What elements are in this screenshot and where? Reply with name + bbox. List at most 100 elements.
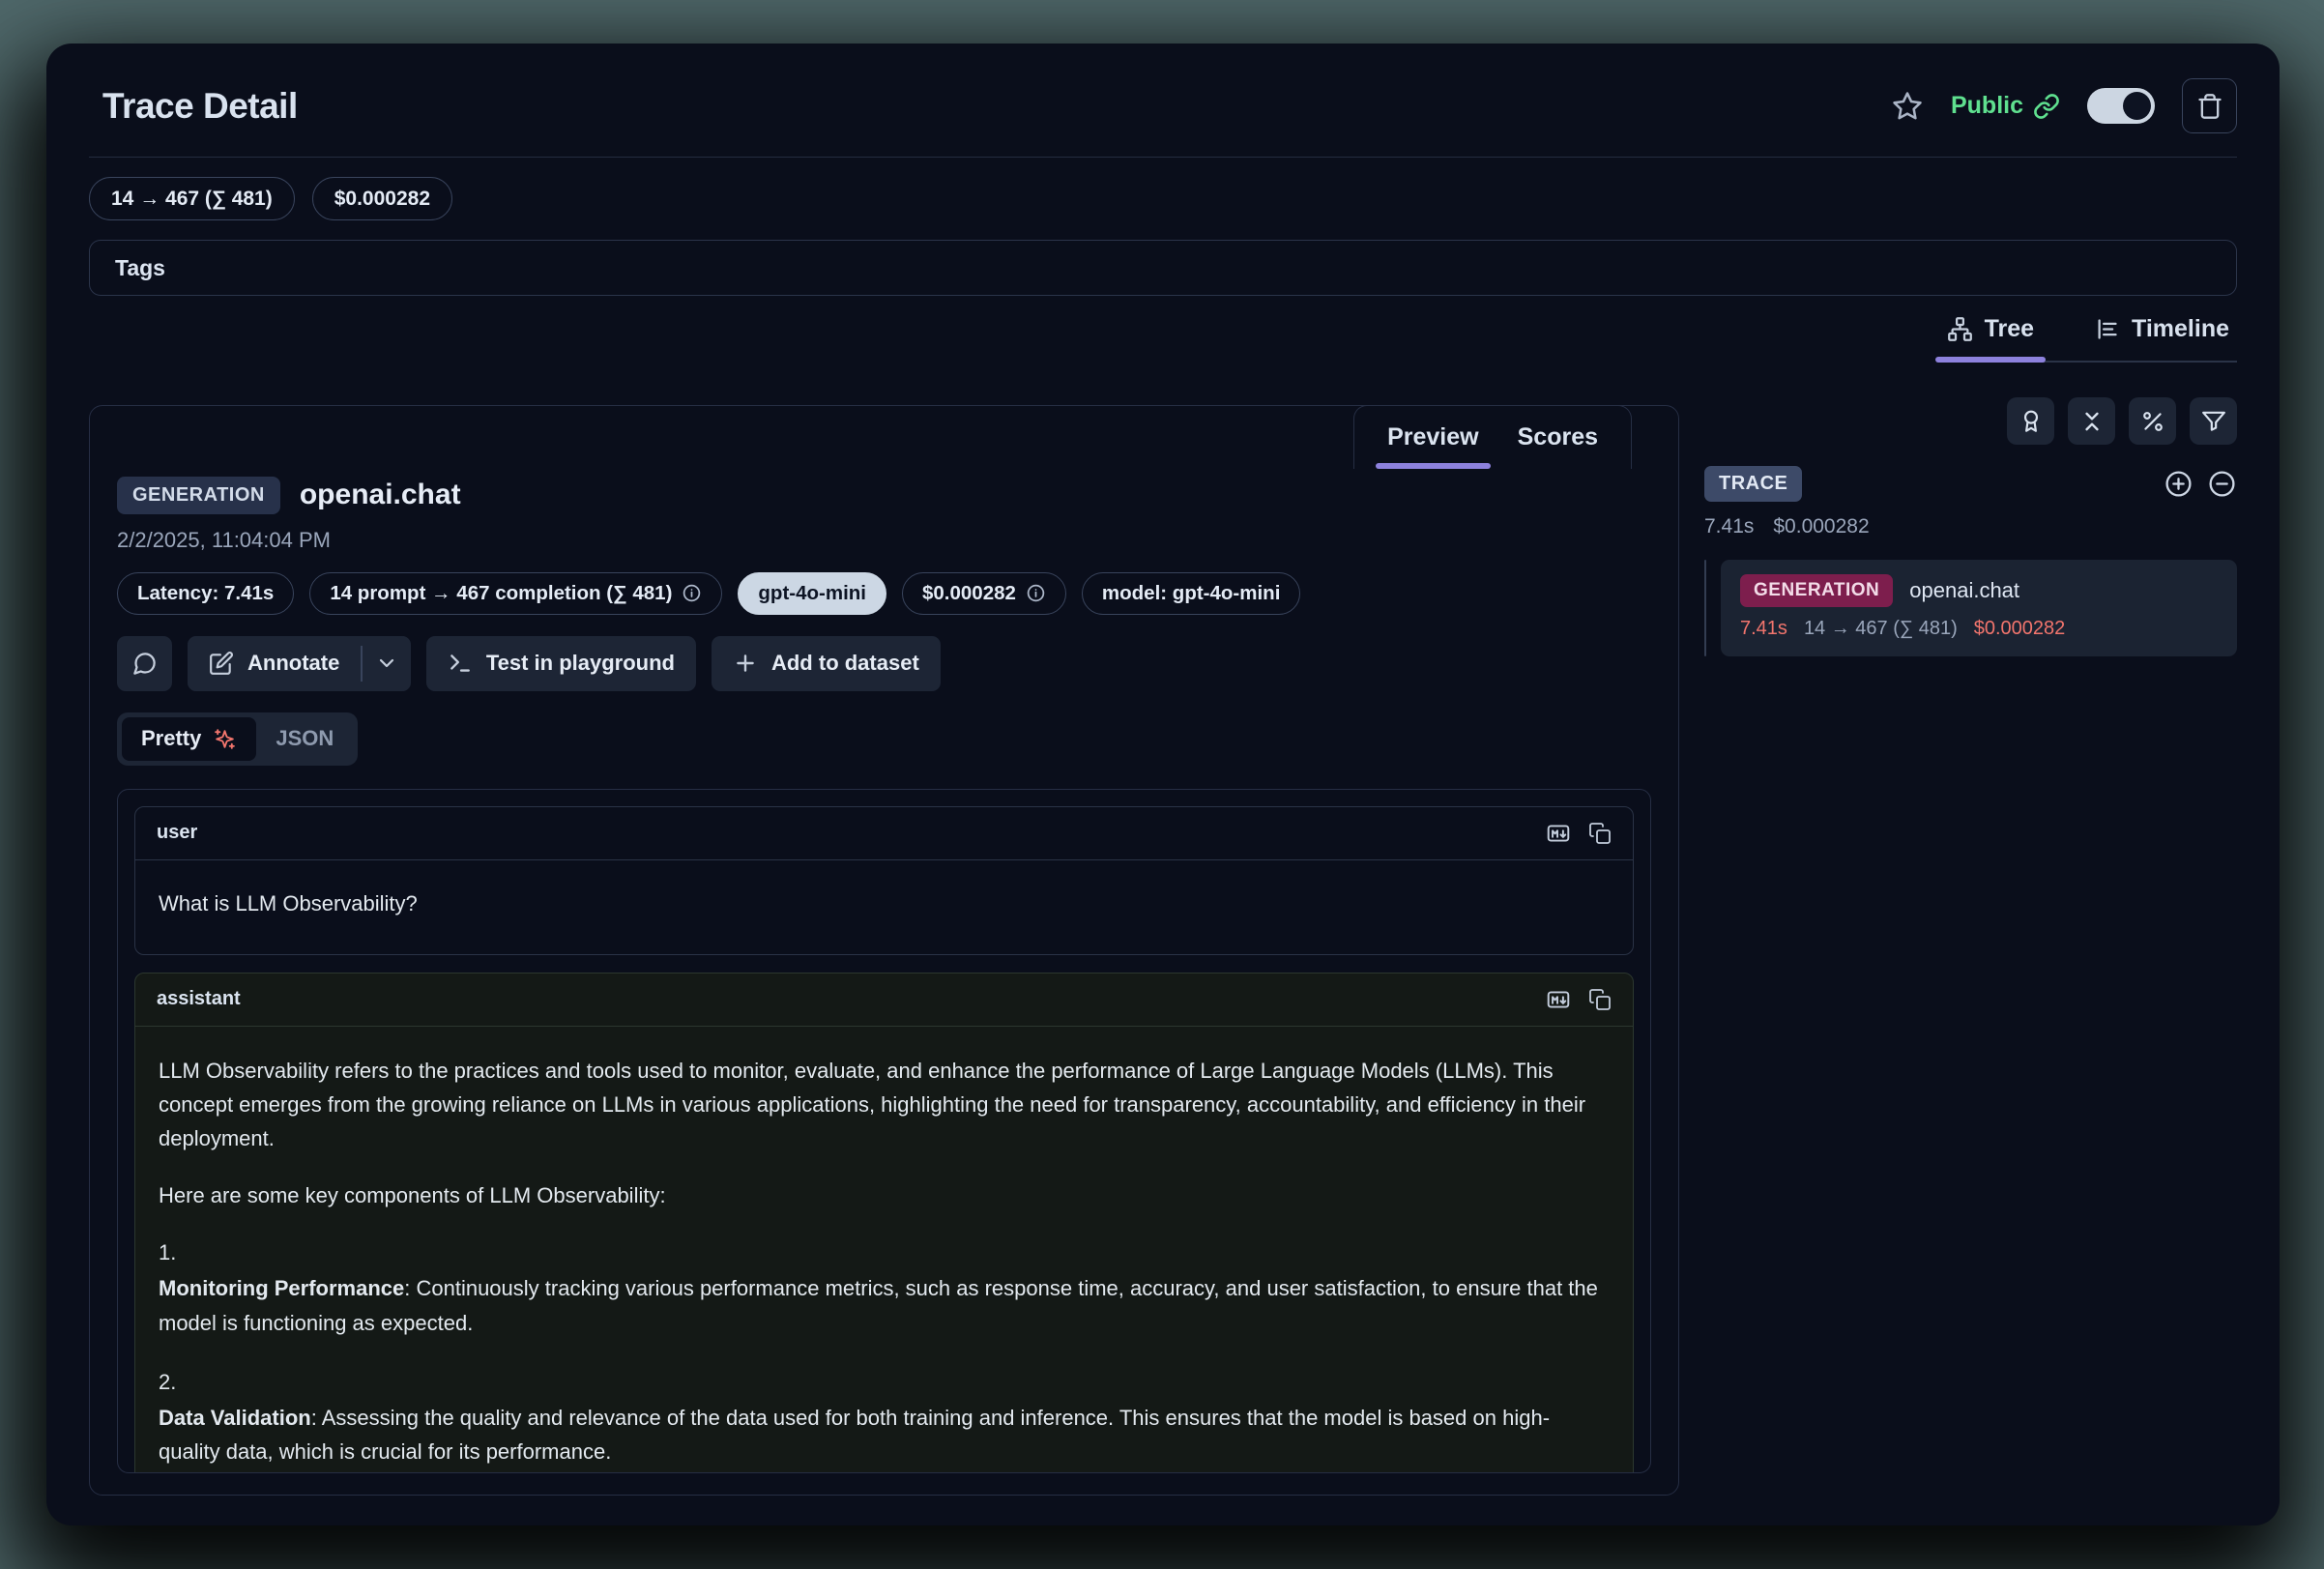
- page-header: Trace Detail Public: [89, 44, 2237, 158]
- annotate-button[interactable]: Annotate: [188, 636, 361, 691]
- node-latency: 7.41s: [1740, 618, 1787, 640]
- public-link[interactable]: Public: [1951, 92, 2060, 120]
- json-label: JSON: [276, 726, 334, 751]
- node-cost: $0.000282: [1974, 618, 2066, 640]
- node-name: openai.chat: [1909, 578, 2019, 603]
- trace-cost: $0.000282: [1773, 515, 1869, 538]
- message-header-icons: [1544, 821, 1612, 846]
- message-header-icons: [1544, 987, 1612, 1012]
- assistant-intro: LLM Observability refers to the practice…: [159, 1054, 1610, 1156]
- annotate-dropdown-button[interactable]: [363, 636, 411, 691]
- assistant-components-heading: Here are some key components of LLM Obse…: [159, 1178, 1610, 1212]
- cost-pill[interactable]: $0.000282: [902, 572, 1066, 615]
- cost-badge[interactable]: $0.000282: [312, 177, 452, 220]
- generation-tree-node[interactable]: GENERATION openai.chat 7.41s 14 → 467 (∑…: [1721, 560, 2237, 656]
- preview-card-header: Preview Scores: [90, 406, 1678, 469]
- assistant-message-card: assistant LLM Observabil: [134, 973, 1634, 1474]
- assistant-message-content: LLM Observability refers to the practice…: [135, 1027, 1633, 1474]
- metrics-toggle-button[interactable]: [2129, 397, 2176, 445]
- plus-circle-icon[interactable]: [2164, 469, 2193, 499]
- format-pretty-segment[interactable]: Pretty: [122, 717, 256, 761]
- playground-button[interactable]: Test in playground: [426, 636, 696, 691]
- message-role: assistant: [157, 988, 241, 1010]
- item-title: Monitoring Performance: [159, 1276, 404, 1300]
- tab-tree[interactable]: Tree: [1939, 305, 2042, 361]
- view-tabs-row: Tree Timeline: [89, 305, 2237, 363]
- tab-tree-label: Tree: [1985, 315, 2034, 343]
- terminal-icon: [448, 651, 473, 676]
- main-split: Preview Scores GENERATION openai.chat 2/…: [89, 405, 2237, 1496]
- scores-toggle-button[interactable]: [2007, 397, 2054, 445]
- plus-icon: [733, 651, 758, 676]
- trace-stats: 14 → 467 (∑ 481) $0.000282: [89, 177, 2237, 220]
- node-metrics-row: 7.41s 14 → 467 (∑ 481) $0.000282: [1740, 618, 2218, 640]
- model-param-pill: model: gpt-4o-mini: [1082, 572, 1300, 615]
- info-icon: [682, 583, 702, 603]
- token-pill[interactable]: 14 prompt → 467 completion (∑ 481): [309, 572, 722, 615]
- node-title-row: GENERATION openai.chat: [1740, 574, 2218, 607]
- tree-guide-line: [1704, 560, 1706, 656]
- copy-icon[interactable]: [1588, 822, 1612, 845]
- public-label: Public: [1951, 92, 2023, 120]
- messages-container: user What is LLM Observability?: [117, 789, 1651, 1474]
- delete-trace-button[interactable]: [2182, 78, 2237, 133]
- annotate-label: Annotate: [247, 651, 339, 676]
- trace-tree-panel: TRACE 7.41s $0.000282 GEN: [1679, 405, 2237, 1496]
- add-to-dataset-button[interactable]: Add to dataset: [712, 636, 941, 691]
- link-icon: [2033, 93, 2060, 120]
- trace-latency: 7.41s: [1704, 515, 1754, 538]
- observation-title-row: GENERATION openai.chat: [117, 477, 1651, 514]
- model-pill[interactable]: gpt-4o-mini: [738, 572, 886, 615]
- item-number: 2.: [159, 1365, 1610, 1399]
- tree-node-row: GENERATION openai.chat 7.41s 14 → 467 (∑…: [1704, 560, 2237, 656]
- comment-icon: [131, 651, 158, 677]
- star-icon[interactable]: [1891, 90, 1924, 123]
- user-message-card: user What is LLM Observability?: [134, 806, 1634, 955]
- markdown-icon[interactable]: [1544, 821, 1573, 846]
- observation-pills: Latency: 7.41s 14 prompt → 467 completio…: [117, 572, 1651, 615]
- tab-timeline[interactable]: Timeline: [2086, 305, 2237, 361]
- user-message-content: What is LLM Observability?: [135, 860, 1633, 954]
- minus-circle-icon[interactable]: [2207, 469, 2237, 499]
- page-title: Trace Detail: [102, 86, 298, 127]
- chevron-down-icon: [375, 652, 398, 675]
- message-role: user: [157, 822, 197, 844]
- token-pill-label: 14 prompt → 467 completion (∑ 481): [330, 582, 672, 605]
- io-tabs: Preview Scores: [1353, 405, 1632, 469]
- collapse-all-button[interactable]: [2068, 397, 2115, 445]
- comment-button[interactable]: [117, 636, 172, 691]
- cost-pill-label: $0.000282: [922, 582, 1016, 605]
- format-json-segment[interactable]: JSON: [256, 717, 353, 761]
- trace-root-row[interactable]: TRACE: [1704, 466, 2237, 502]
- trace-badge: TRACE: [1704, 466, 1802, 502]
- info-icon: [1026, 583, 1046, 603]
- tab-scores[interactable]: Scores: [1498, 414, 1617, 469]
- tree-toolbar: [1704, 397, 2237, 445]
- fold-vertical-icon: [2079, 409, 2105, 434]
- tab-preview[interactable]: Preview: [1368, 414, 1498, 469]
- observation-name: openai.chat: [300, 479, 461, 511]
- tags-label: Tags: [115, 255, 165, 281]
- item-number: 1.: [159, 1235, 1610, 1269]
- item-text: : Assessing the quality and relevance of…: [159, 1406, 1550, 1464]
- toggle-knob: [2123, 92, 2151, 120]
- view-tabs: Tree Timeline: [1939, 305, 2237, 363]
- timeline-icon: [2094, 316, 2120, 342]
- copy-icon[interactable]: [1588, 988, 1612, 1011]
- tags-container[interactable]: Tags: [89, 240, 2237, 296]
- filter-button[interactable]: [2190, 397, 2237, 445]
- public-toggle[interactable]: [2087, 88, 2155, 124]
- observation-type-badge: GENERATION: [117, 477, 280, 514]
- observation-preview-card: Preview Scores GENERATION openai.chat 2/…: [89, 405, 1679, 1496]
- tab-timeline-label: Timeline: [2132, 315, 2229, 343]
- observation-actions: Annotate Test in playgroun: [117, 636, 1651, 691]
- markdown-icon[interactable]: [1544, 987, 1573, 1012]
- pretty-label: Pretty: [141, 726, 201, 751]
- trace-meta: 7.41s $0.000282: [1704, 515, 2237, 538]
- latency-pill: Latency: 7.41s: [117, 572, 294, 615]
- token-usage-badge[interactable]: 14 → 467 (∑ 481): [89, 177, 295, 220]
- observation-timestamp: 2/2/2025, 11:04:04 PM: [117, 528, 1651, 553]
- trace-expand-controls: [2164, 469, 2237, 499]
- item-title: Data Validation: [159, 1406, 311, 1430]
- tree-icon: [1947, 316, 1973, 342]
